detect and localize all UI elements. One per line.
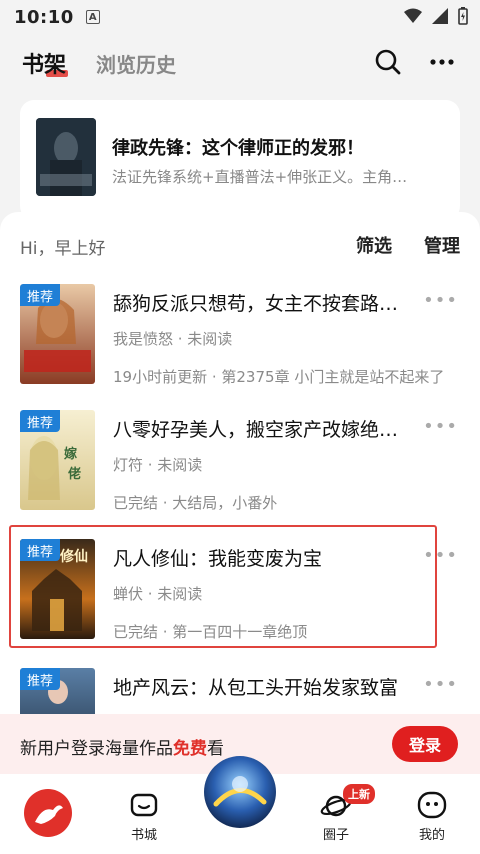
tab-bookstore[interactable]: 书城 bbox=[104, 774, 184, 854]
tab-bookshelf[interactable] bbox=[8, 774, 88, 854]
profile-face-icon bbox=[417, 791, 447, 819]
book-more-icon[interactable]: ••• bbox=[423, 674, 458, 695]
top-bar: 书架 浏览历史 bbox=[0, 38, 480, 88]
recommend-tag: 推荐 bbox=[20, 668, 60, 690]
featured-game-icon bbox=[204, 756, 276, 828]
tab-history[interactable]: 浏览历史 bbox=[96, 49, 176, 78]
app-logo-icon bbox=[24, 789, 72, 837]
book-status: 19小时前更新 · 第2375章 小门主就是站不起来了 bbox=[113, 368, 445, 386]
book-item[interactable]: 推荐 舔狗反派只想苟，女主不按套路… 我是愤怒 · 未阅读 19小时前更新 · … bbox=[0, 284, 480, 414]
book-title: 八零好孕美人，搬空家产改嫁绝… bbox=[113, 419, 399, 441]
signal-icon bbox=[432, 8, 448, 24]
greeting-text: Hi，早上好 bbox=[20, 239, 106, 259]
book-author: 我是愤怒 · 未阅读 bbox=[113, 330, 233, 348]
new-badge: 上新 bbox=[343, 784, 375, 804]
wifi-icon bbox=[404, 8, 422, 23]
svg-text:佬: 佬 bbox=[68, 466, 81, 482]
tab-profile-label: 我的 bbox=[418, 828, 445, 843]
more-icon[interactable] bbox=[428, 48, 456, 76]
notification-icon: A bbox=[85, 10, 100, 24]
tab-shelf-label: 书架 bbox=[22, 53, 67, 78]
recommend-banner[interactable]: 律政先锋：这个律师正的发邪！ 法证先锋系统+直播普法+伸张正义。主角… bbox=[20, 100, 460, 220]
login-promo-text-before: 新用户登录海量作品 bbox=[20, 739, 173, 759]
manage-button[interactable]: 管理 bbox=[424, 232, 460, 258]
book-cover: 嫁 佬 推荐 bbox=[20, 410, 95, 510]
recommend-tag: 推荐 bbox=[20, 410, 60, 432]
login-promo-text: 新用户登录海量作品免费看 bbox=[20, 734, 224, 759]
battery-icon bbox=[458, 7, 468, 25]
status-time: 10:10 bbox=[14, 6, 74, 28]
filter-button[interactable]: 筛选 bbox=[356, 232, 392, 258]
tab-featured[interactable] bbox=[200, 756, 280, 854]
tab-circle[interactable]: 上新 圈子 bbox=[296, 774, 376, 854]
tab-bookstore-label: 书城 bbox=[130, 828, 157, 843]
book-more-icon[interactable]: ••• bbox=[423, 416, 458, 437]
banner-book-cover bbox=[36, 118, 96, 196]
book-title: 地产风云：从包工头开始发家致富 bbox=[113, 677, 399, 699]
tab-circle-label: 圈子 bbox=[322, 828, 349, 843]
recommend-tag: 推荐 bbox=[20, 284, 60, 306]
banner-title: 律政先锋：这个律师正的发邪！ bbox=[112, 138, 364, 159]
book-item[interactable]: 嫁 佬 推荐 八零好孕美人，搬空家产改嫁绝… 灯符 · 未阅读 已完结 · 大结… bbox=[0, 410, 480, 540]
bookstore-icon bbox=[130, 793, 158, 817]
status-bar: 10:10 A bbox=[0, 0, 480, 34]
book-cover: 推荐 bbox=[20, 284, 95, 384]
book-status: 已完结 · 大结局，小番外 bbox=[113, 494, 278, 512]
bottom-tab-bar: 书城 上新 圈子 我的 bbox=[0, 756, 480, 854]
tab-profile[interactable]: 我的 bbox=[392, 774, 472, 854]
banner-description: 法证先锋系统+直播普法+伸张正义。主角… bbox=[112, 168, 408, 186]
status-icons bbox=[404, 7, 468, 25]
selection-highlight-frame bbox=[9, 525, 437, 648]
book-more-icon[interactable]: ••• bbox=[423, 290, 458, 311]
book-author: 灯符 · 未阅读 bbox=[113, 456, 203, 474]
search-icon[interactable] bbox=[374, 48, 402, 76]
svg-text:嫁: 嫁 bbox=[64, 446, 77, 462]
tab-shelf[interactable]: 书架 bbox=[22, 47, 68, 79]
book-title: 舔狗反派只想苟，女主不按套路… bbox=[113, 293, 399, 315]
login-button[interactable]: 登录 bbox=[392, 726, 458, 762]
